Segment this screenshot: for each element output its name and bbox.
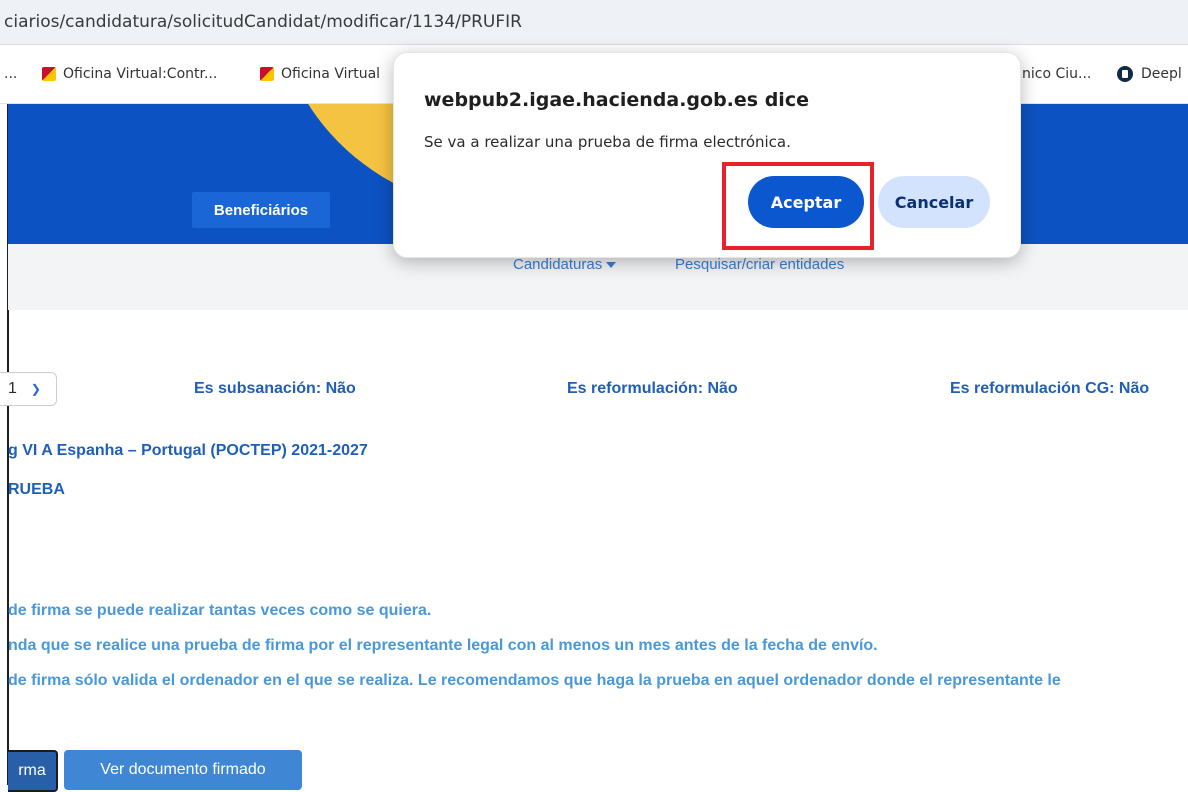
bookmark-electronico-ciu[interactable]: nico Ciu...	[1022, 45, 1091, 103]
bookmark-deepl[interactable]: Deepl	[1117, 45, 1182, 103]
deepl-icon	[1117, 66, 1133, 82]
spain-coat-of-arms-icon	[42, 67, 56, 81]
subsanacion-status: Es subsanación: Não	[194, 380, 356, 397]
bookmark-label: ...	[4, 66, 18, 82]
spain-coat-of-arms-icon	[260, 67, 274, 81]
url-text[interactable]: ciarios/candidatura/solicitudCandidat/mo…	[4, 12, 522, 32]
bookmark-label: Oficina Virtual	[281, 66, 381, 82]
candidaturas-label: Candidaturas	[513, 256, 603, 273]
caret-down-icon	[606, 262, 617, 269]
reformulacion-status: Es reformulación: Não	[567, 380, 738, 397]
tab-beneficiarios[interactable]: Beneficiários	[192, 192, 330, 228]
chevron-down-icon: ❯	[30, 382, 41, 396]
firma-button[interactable]: rma	[8, 750, 58, 792]
info-line-2: nda que se realice una prueba de firma p…	[8, 637, 878, 654]
reformulacion-cg-status: Es reformulación CG: Não	[950, 380, 1150, 397]
confirm-dialog: webpub2.igae.hacienda.gob.es dice Se va …	[393, 52, 1021, 258]
version-select-value: 1	[8, 380, 17, 397]
bookmark-label: Deepl	[1141, 66, 1182, 82]
bookmark-label: nico Ciu...	[1022, 66, 1092, 82]
version-select[interactable]: 1 ❯	[0, 372, 57, 406]
candidaturas-menu[interactable]: Candidaturas	[513, 256, 617, 273]
info-line-3: de firma sólo valida el ordenador en el …	[8, 672, 1061, 689]
bookmark-oficina-virtual-contr[interactable]: Oficina Virtual:Contr...	[42, 45, 217, 103]
dialog-message: Se va a realizar una prueba de firma ele…	[424, 133, 791, 151]
pesquisar-link[interactable]: Pesquisar/criar entidades	[675, 256, 844, 273]
browser-address-bar[interactable]: ciarios/candidatura/solicitudCandidat/mo…	[0, 0, 1188, 45]
bookmark-oficina-virtual[interactable]: Oficina Virtual	[260, 45, 380, 103]
info-line-1: de firma se puede realizar tantas veces …	[8, 602, 432, 619]
dialog-title: webpub2.igae.hacienda.gob.es dice	[424, 89, 809, 111]
bookmark-label: Oficina Virtual:Contr...	[63, 66, 218, 82]
bookmark-overflow[interactable]: ...	[4, 45, 17, 103]
candidature-name: RUEBA	[8, 481, 65, 498]
ver-documento-firmado-button[interactable]: Ver documento firmado	[64, 750, 302, 790]
accept-button[interactable]: Aceptar	[748, 176, 864, 228]
programme-name: g VI A Espanha – Portugal (POCTEP) 2021-…	[8, 442, 368, 459]
cancel-button[interactable]: Cancelar	[878, 176, 990, 228]
